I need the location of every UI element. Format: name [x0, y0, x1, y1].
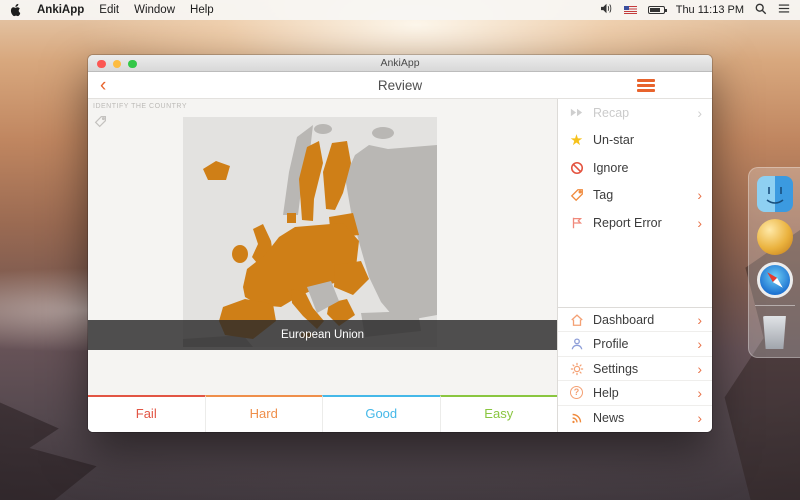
- window-titlebar[interactable]: AnkiApp: [88, 55, 712, 72]
- menubar: AnkiApp Edit Window Help Thu 11:13 PM: [0, 0, 800, 20]
- menu-item-label: Recap: [593, 106, 697, 120]
- page-title: Review: [88, 72, 712, 99]
- chevron-right-icon: ›: [697, 106, 702, 120]
- menubar-item-help[interactable]: Help: [190, 4, 214, 16]
- card-tag-icon[interactable]: [94, 115, 107, 133]
- battery-icon[interactable]: [648, 6, 665, 14]
- menubar-clock[interactable]: Thu 11:13 PM: [676, 4, 744, 16]
- menu-item-label: Report Error: [593, 216, 697, 230]
- app-header: ‹ Review: [88, 72, 712, 99]
- menu-item-help[interactable]: ? Help ›: [558, 381, 712, 405]
- card-answer-overlay: European Union: [88, 320, 557, 350]
- grade-fail-button[interactable]: Fail: [88, 395, 205, 432]
- menu-item-dashboard[interactable]: Dashboard ›: [558, 308, 712, 332]
- chevron-right-icon: ›: [697, 337, 702, 351]
- menu-item-unstar[interactable]: ★ Un-star: [558, 127, 712, 155]
- input-language-flag-icon[interactable]: [624, 6, 637, 14]
- chevron-right-icon: ›: [697, 411, 702, 425]
- trash-dock-icon[interactable]: [757, 313, 793, 349]
- safari-dock-icon[interactable]: [757, 262, 793, 298]
- window-title: AnkiApp: [88, 55, 712, 72]
- flashcard[interactable]: IDENTIFY THE COUNTRY: [88, 99, 557, 432]
- dashboard-icon: [568, 313, 585, 327]
- zoom-window-button[interactable]: [128, 60, 137, 69]
- menu-item-label: Profile: [593, 337, 697, 351]
- apple-menu-icon[interactable]: [10, 3, 22, 17]
- europe-map-image: [183, 117, 437, 347]
- menubar-item-edit[interactable]: Edit: [99, 4, 119, 16]
- notification-center-icon[interactable]: [778, 3, 790, 17]
- volume-icon[interactable]: [600, 3, 613, 17]
- chevron-right-icon: ›: [697, 188, 702, 202]
- menubar-app-name[interactable]: AnkiApp: [37, 4, 84, 16]
- menu-item-label: News: [593, 411, 697, 425]
- flag-icon: [568, 216, 585, 230]
- menu-item-news[interactable]: News ›: [558, 406, 712, 430]
- menu-item-label: Settings: [593, 362, 697, 376]
- menu-item-label: Help: [593, 386, 697, 400]
- hamburger-menu-icon[interactable]: [637, 79, 655, 94]
- menu-item-profile[interactable]: Profile ›: [558, 332, 712, 356]
- menu-item-label: Dashboard: [593, 313, 697, 327]
- star-icon: ★: [568, 133, 585, 148]
- app-dock-icon[interactable]: [757, 219, 793, 255]
- help-icon: ?: [568, 386, 585, 399]
- minimize-window-button[interactable]: [113, 60, 122, 69]
- chevron-right-icon: ›: [697, 386, 702, 400]
- spotlight-search-icon[interactable]: [755, 3, 767, 18]
- menu-item-settings[interactable]: Settings ›: [558, 357, 712, 381]
- news-rss-icon: [568, 411, 585, 425]
- menu-item-recap[interactable]: Recap ›: [558, 99, 712, 127]
- grade-good-button[interactable]: Good: [322, 395, 440, 432]
- chevron-right-icon: ›: [697, 362, 702, 376]
- menu-item-tag[interactable]: Tag ›: [558, 182, 712, 210]
- ignore-icon: [568, 161, 585, 175]
- menu-item-report-error[interactable]: Report Error ›: [558, 209, 712, 237]
- menubar-item-window[interactable]: Window: [134, 4, 175, 16]
- back-button[interactable]: ‹: [100, 73, 106, 98]
- grade-hard-button[interactable]: Hard: [205, 395, 323, 432]
- grade-easy-button[interactable]: Easy: [440, 395, 558, 432]
- finder-dock-icon[interactable]: [757, 176, 793, 212]
- close-window-button[interactable]: [97, 60, 106, 69]
- settings-gear-icon: [568, 362, 585, 376]
- menu-item-label: Un-star: [593, 133, 702, 147]
- menu-item-label: Tag: [593, 188, 697, 202]
- dock-separator: [755, 305, 795, 306]
- menu-item-label: Ignore: [593, 161, 702, 175]
- ankiapp-window: AnkiApp ‹ Review IDENTIFY THE COUNTRY: [88, 55, 712, 432]
- side-menu: Recap › ★ Un-star Ignore: [557, 99, 712, 432]
- side-menu-nav-group: Dashboard › Profile ›: [558, 307, 712, 430]
- menu-item-ignore[interactable]: Ignore: [558, 154, 712, 182]
- grade-buttons: Fail Hard Good Easy: [88, 395, 557, 432]
- recap-icon: [568, 105, 585, 120]
- tag-icon: [568, 188, 585, 202]
- profile-icon: [568, 337, 585, 351]
- traffic-lights: [97, 60, 137, 69]
- chevron-right-icon: ›: [697, 216, 702, 230]
- card-prompt: IDENTIFY THE COUNTRY: [93, 103, 187, 110]
- chevron-right-icon: ›: [697, 313, 702, 327]
- dock: [748, 167, 800, 358]
